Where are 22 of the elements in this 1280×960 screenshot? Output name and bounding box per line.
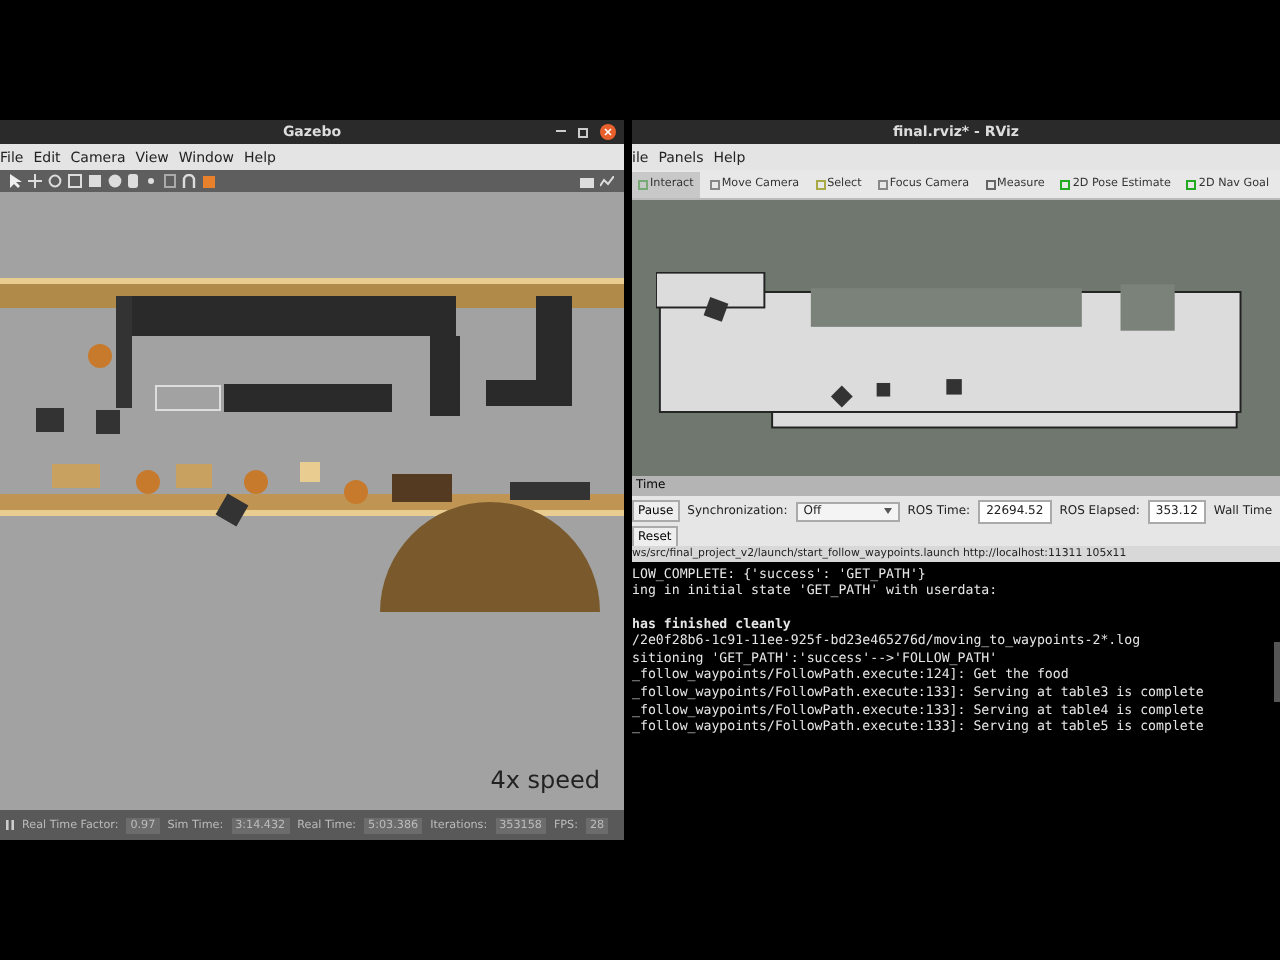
chart-icon[interactable] — [600, 175, 614, 187]
tool-icon — [638, 179, 648, 189]
magnet-icon[interactable] — [182, 174, 196, 188]
sphere-icon[interactable] — [108, 174, 122, 188]
caret-icon — [883, 508, 892, 514]
tool-icon — [1060, 179, 1071, 189]
speed-caption: 4x speed — [490, 766, 600, 794]
pause-icon[interactable] — [6, 820, 14, 830]
close-icon[interactable] — [600, 124, 616, 140]
box-icon[interactable] — [88, 174, 102, 188]
tool-icon — [877, 179, 888, 189]
cylinder-icon[interactable] — [128, 174, 138, 188]
move-icon[interactable] — [28, 174, 42, 188]
maximize-icon[interactable] — [578, 127, 588, 137]
tool-icon — [985, 179, 996, 189]
tool-icon — [1186, 179, 1197, 189]
rotate-icon[interactable] — [48, 174, 62, 188]
scale-icon[interactable] — [68, 174, 82, 188]
minimize-icon[interactable] — [556, 130, 566, 134]
tool-icon — [815, 179, 826, 189]
pointer-icon[interactable] — [10, 174, 22, 188]
tool-icon — [709, 179, 720, 189]
